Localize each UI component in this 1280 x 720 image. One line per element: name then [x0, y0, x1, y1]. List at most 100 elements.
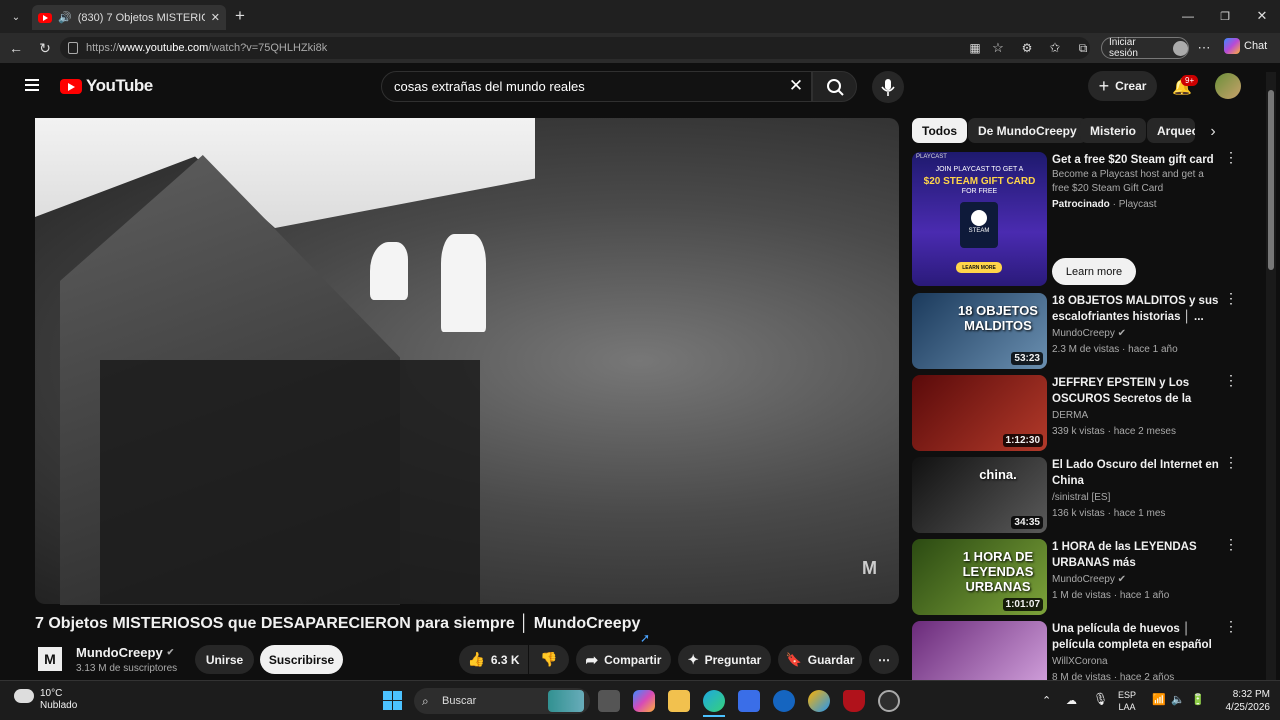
edge-browser-icon[interactable] [703, 690, 725, 712]
thumbs-down-icon: 👎 [540, 651, 558, 667]
kebab-menu-icon[interactable]: ⋮ [1224, 291, 1238, 305]
browser-tab[interactable]: 🔊 (830) 7 Objetos MISTERIOSOS q... ✕ [32, 5, 226, 30]
minimize-icon[interactable]: — [1180, 8, 1196, 24]
recommendation-title[interactable]: 1 HORA de las LEYENDAS URBANAS más ATERR… [1052, 539, 1222, 571]
split-screen-icon[interactable]: ▦ [967, 40, 983, 56]
chip-todos[interactable]: Todos [912, 118, 968, 143]
microsoft-store-icon[interactable] [738, 690, 760, 712]
thumbnail-text: china. [979, 467, 1017, 482]
save-button[interactable]: 🔖 Guardar [778, 645, 862, 674]
ad-thumbnail[interactable]: PLAYCAST JOIN PLAYCAST TO GET A $20 STEA… [912, 152, 1047, 286]
favorite-star-icon[interactable]: ☆ [990, 40, 1006, 56]
language-indicator[interactable]: ESP LAA [1118, 689, 1136, 713]
recommendation-title[interactable]: El Lado Oscuro del Internet en China [1052, 457, 1222, 489]
site-info-icon[interactable] [68, 42, 78, 54]
kebab-menu-icon[interactable]: ⋮ [1224, 373, 1238, 387]
profile-icon [1173, 40, 1188, 56]
task-view-icon[interactable] [598, 690, 620, 712]
windows-start-icon[interactable] [383, 691, 402, 710]
recommendation-channel[interactable]: MundoCreepy ✔ [1052, 572, 1126, 588]
microphone-tray-icon[interactable]: 🎙 [1093, 692, 1108, 706]
recommendation-channel[interactable]: /sinistral [ES] [1052, 490, 1110, 506]
clear-search-icon[interactable]: ✕ [787, 76, 805, 95]
subscribe-button[interactable]: Suscribirse [260, 645, 343, 674]
lang-code: ESP [1118, 690, 1137, 700]
sponsored-ad[interactable]: PLAYCAST JOIN PLAYCAST TO GET A $20 STEA… [912, 150, 1252, 290]
view-count: 136 k vistas [1052, 508, 1105, 519]
chip-misterio[interactable]: Misterio [1080, 118, 1147, 143]
channel-name-link[interactable]: MundoCreepy ✔ [76, 645, 174, 660]
steam-app-icon[interactable] [878, 690, 900, 712]
recommendation-item[interactable]: china. 34:35 El Lado Oscuro del Internet e… [912, 455, 1252, 535]
clock[interactable]: 8:32 PM 4/25/2026 [1218, 688, 1271, 714]
tab-list-icon[interactable]: ⌄ [8, 9, 24, 25]
search-button[interactable] [812, 71, 857, 102]
close-window-icon[interactable]: ✕ [1254, 8, 1270, 24]
channel-watermark[interactable]: M [862, 558, 886, 580]
video-thumbnail[interactable]: 1 HORA DE LEYENDAS URBANAS 1:01:07 [912, 539, 1047, 615]
more-options-icon[interactable]: ⋯ [1196, 40, 1212, 56]
recommendation-title[interactable]: JEFFREY EPSTEIN y Los OSCUROS Secretos d… [1052, 375, 1222, 407]
volume-icon[interactable]: 🔈 [1171, 693, 1185, 706]
scrollbar-thumb[interactable] [1268, 90, 1274, 270]
chevron-up-icon[interactable]: ⌃ [1042, 694, 1051, 707]
cloud-weather-icon[interactable] [14, 689, 34, 703]
recommendation-title[interactable]: Una película de huevos │ película comple… [1052, 621, 1222, 653]
recommendation-title[interactable]: 18 OBJETOS MALDITOS y sus escalofriantes… [1052, 293, 1222, 325]
kebab-menu-icon[interactable]: ⋮ [1224, 537, 1238, 551]
join-button[interactable]: Unirse [195, 645, 254, 674]
wifi-icon[interactable]: 📶 [1152, 693, 1166, 706]
logo-text: YouTube [86, 76, 153, 95]
chrome-like-icon[interactable] [808, 690, 830, 712]
copilot-chat-button[interactable]: Chat [1224, 38, 1267, 54]
file-explorer-icon[interactable] [668, 690, 690, 712]
youtube-logo[interactable]: YouTube [60, 76, 153, 96]
recommendation-channel[interactable]: WillXCorona [1052, 654, 1108, 670]
share-button[interactable]: ➦ Compartir [576, 645, 671, 674]
signin-button[interactable]: Iniciar sesión [1101, 37, 1189, 59]
recommendation-item[interactable]: 1 HORA DE LEYENDAS URBANAS 1:01:07 1 HORA … [912, 537, 1252, 617]
weather-widget[interactable]: 10°C Nublado [40, 688, 77, 712]
voice-search-button[interactable] [872, 71, 904, 103]
search-input[interactable]: cosas extrañas del mundo reales [381, 71, 812, 102]
maximize-icon[interactable]: ❐ [1217, 8, 1233, 24]
onedrive-icon[interactable]: ☁ [1066, 694, 1077, 707]
more-actions-button[interactable]: ⋯ [869, 645, 899, 674]
menu-icon[interactable] [25, 79, 39, 91]
chip-arqueologia[interactable]: Arqueo [1147, 118, 1195, 143]
create-button[interactable]: + Crear [1088, 71, 1157, 101]
address-bar[interactable]: https://www.youtube.com/watch?v=75QHLHZk… [60, 37, 1090, 59]
recommendation-item[interactable]: 1:12:30 JEFFREY EPSTEIN y Los OSCUROS Sec… [912, 373, 1252, 453]
speaker-icon[interactable]: 🔊 [58, 11, 72, 24]
hp-app-icon[interactable] [773, 690, 795, 712]
battery-icon[interactable]: 🔋 [1191, 693, 1205, 706]
collections-icon[interactable]: ⧉ [1075, 40, 1091, 56]
ask-button[interactable]: ✦ Preguntar [678, 645, 771, 674]
security-shield-icon[interactable] [843, 690, 865, 712]
user-avatar[interactable] [1215, 73, 1241, 99]
reload-icon[interactable]: ↻ [37, 40, 53, 56]
like-button[interactable]: 👍 6.3 K [459, 645, 528, 674]
video-thumbnail[interactable]: 18 OBJETOS MALDITOS 53:23 [912, 293, 1047, 369]
channel-avatar[interactable]: M [38, 647, 62, 671]
chip-de-mundocreepy[interactable]: De MundoCreepy [968, 118, 1087, 143]
new-tab-icon[interactable]: + [231, 6, 249, 25]
chevron-right-icon[interactable]: › [1205, 123, 1221, 140]
dislike-button[interactable]: 👎 [529, 645, 569, 674]
kebab-menu-icon[interactable]: ⋮ [1224, 619, 1238, 633]
back-icon[interactable]: ← [8, 40, 24, 56]
extension-icon[interactable]: ⚙ [1019, 40, 1035, 56]
recommendation-item[interactable]: 18 OBJETOS MALDITOS 53:23 18 OBJETOS MALDI… [912, 291, 1252, 371]
time: 8:32 PM [1232, 689, 1270, 700]
learn-more-button[interactable]: Learn more [1052, 258, 1136, 285]
favorites-icon[interactable]: ✩ [1047, 40, 1063, 56]
kebab-menu-icon[interactable]: ⋮ [1224, 150, 1238, 164]
video-thumbnail[interactable]: china. 34:35 [912, 457, 1047, 533]
copilot-taskbar-icon[interactable] [633, 690, 655, 712]
close-tab-icon[interactable]: ✕ [211, 11, 220, 24]
ad-title[interactable]: Get a free $20 Steam gift card [1052, 152, 1222, 168]
recommendation-channel[interactable]: MundoCreepy ✔ [1052, 326, 1126, 342]
recommendation-channel[interactable]: DERMA [1052, 408, 1088, 424]
kebab-menu-icon[interactable]: ⋮ [1224, 455, 1238, 469]
video-thumbnail[interactable]: 1:12:30 [912, 375, 1047, 451]
